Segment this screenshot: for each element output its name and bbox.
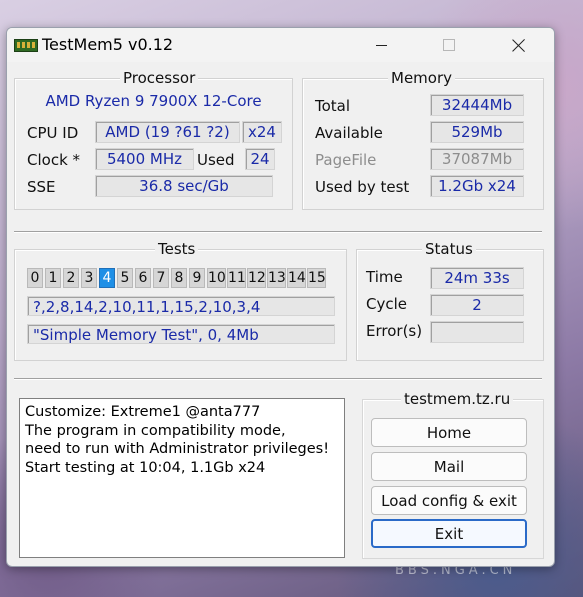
cpu-name: AMD Ryzen 9 7900X 12-Core bbox=[45, 92, 262, 110]
test-sequence-field: ?,2,8,14,2,10,11,1,15,2,10,3,4 bbox=[27, 296, 335, 316]
title-bar[interactable]: TestMem5 v0.12 bbox=[7, 28, 554, 62]
processor-group: Processor AMD Ryzen 9 7900X 12-Core CPU … bbox=[14, 69, 293, 210]
window-title: TestMem5 v0.12 bbox=[42, 35, 174, 54]
minimize-button[interactable] bbox=[359, 28, 405, 62]
time-label: Time bbox=[366, 268, 403, 286]
errors-label: Error(s) bbox=[366, 322, 423, 340]
log-textbox[interactable]: Customize: Extreme1 @anta777 The program… bbox=[19, 398, 345, 558]
total-field: 32444Mb bbox=[430, 94, 524, 116]
cpu-id-field: AMD (19 ?61 ?2) bbox=[95, 121, 240, 143]
home-button[interactable]: Home bbox=[371, 418, 527, 447]
tests-group: Tests 0 1 2 3 4 5 6 7 8 9 10 11 12 13 14… bbox=[14, 240, 347, 361]
test-box-6: 6 bbox=[135, 268, 151, 288]
test-box-4: 4 bbox=[99, 268, 115, 288]
pagefile-label: PageFile bbox=[315, 151, 377, 169]
memory-chip-icon bbox=[14, 39, 38, 52]
exit-button[interactable]: Exit bbox=[371, 519, 527, 548]
memory-heading: Memory bbox=[388, 69, 456, 87]
used-by-test-label: Used by test bbox=[315, 178, 410, 196]
sse-label: SSE bbox=[27, 178, 56, 196]
test-box-2: 2 bbox=[63, 268, 79, 288]
clock-label: Clock * bbox=[27, 151, 81, 169]
test-box-14: 14 bbox=[287, 268, 306, 288]
test-box-7: 7 bbox=[153, 268, 169, 288]
test-box-0: 0 bbox=[27, 268, 43, 288]
status-group: Status Time 24m 33s Cycle 2 Error(s) bbox=[356, 240, 544, 361]
log-line: Start testing at 10:04, 1.1Gb x24 bbox=[25, 459, 266, 476]
test-box-10: 10 bbox=[207, 268, 226, 288]
log-line: need to run with Administrator privilege… bbox=[25, 441, 330, 457]
load-config-exit-button[interactable]: Load config & exit bbox=[371, 486, 527, 515]
total-label: Total bbox=[315, 97, 351, 115]
separator-bottom bbox=[14, 378, 542, 380]
memory-group: Memory Total 32444Mb Available 529Mb Pag… bbox=[302, 69, 544, 210]
clock-field: 5400 MHz bbox=[95, 148, 194, 170]
separator-top bbox=[14, 231, 542, 233]
test-box-1: 1 bbox=[45, 268, 61, 288]
tests-heading: Tests bbox=[155, 240, 199, 258]
time-field: 24m 33s bbox=[430, 267, 524, 289]
close-button[interactable] bbox=[496, 28, 542, 62]
cycle-field: 2 bbox=[430, 294, 524, 316]
cycle-label: Cycle bbox=[366, 295, 407, 313]
processor-heading: Processor bbox=[120, 69, 199, 87]
test-box-8: 8 bbox=[171, 268, 187, 288]
used-field: 24 bbox=[245, 148, 275, 170]
test-box-5: 5 bbox=[117, 268, 133, 288]
pagefile-field: 37087Mb bbox=[430, 148, 524, 170]
errors-field bbox=[430, 321, 524, 343]
test-box-15: 15 bbox=[307, 268, 326, 288]
used-by-test-field: 1.2Gb x24 bbox=[430, 175, 524, 197]
test-box-11: 11 bbox=[227, 268, 246, 288]
status-heading: Status bbox=[422, 240, 476, 258]
test-box-13: 13 bbox=[267, 268, 286, 288]
maximize-button[interactable] bbox=[426, 28, 472, 62]
testmem-window: TestMem5 v0.12 Processor AMD Ryzen 9 790… bbox=[6, 27, 555, 567]
available-label: Available bbox=[315, 124, 383, 142]
available-field: 529Mb bbox=[430, 121, 524, 143]
test-box-9: 9 bbox=[189, 268, 205, 288]
threads-field: x24 bbox=[242, 121, 282, 143]
test-number-strip: 0 1 2 3 4 5 6 7 8 9 10 11 12 13 14 15 bbox=[27, 268, 337, 288]
cpu-id-label: CPU ID bbox=[27, 124, 79, 142]
used-label: Used bbox=[197, 151, 235, 169]
log-line: Customize: Extreme1 @anta777 bbox=[25, 404, 261, 420]
test-box-12: 12 bbox=[247, 268, 266, 288]
current-test-field: "Simple Memory Test", 0, 4Mb bbox=[27, 324, 335, 344]
sse-field: 36.8 sec/Gb bbox=[95, 175, 273, 197]
website-heading: testmem.tz.ru bbox=[401, 390, 514, 408]
test-box-3: 3 bbox=[81, 268, 97, 288]
log-line: The program in compatibility mode, bbox=[25, 422, 286, 439]
mail-button[interactable]: Mail bbox=[371, 452, 527, 481]
